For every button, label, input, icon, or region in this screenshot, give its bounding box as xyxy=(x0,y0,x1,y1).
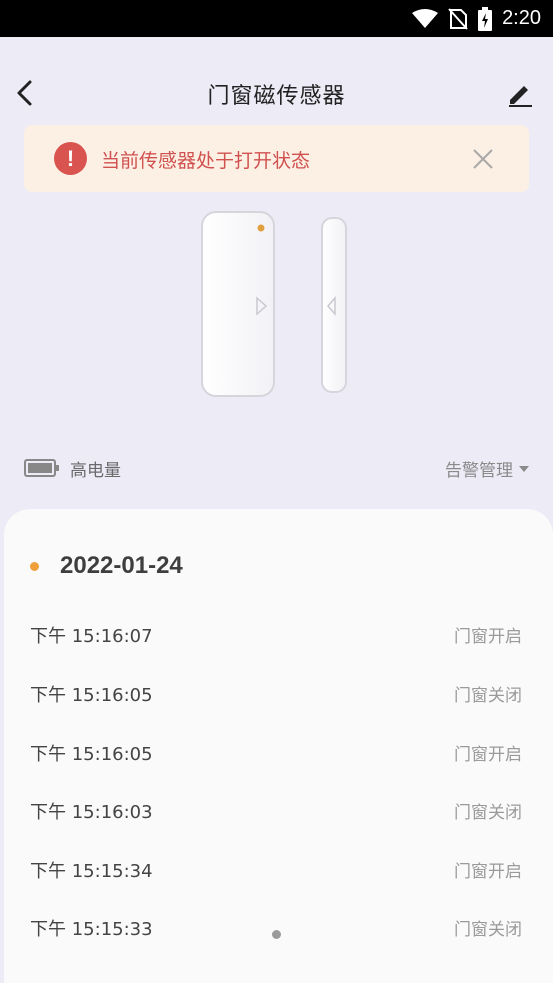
exclamation-circle-icon: ! xyxy=(54,142,87,175)
alert-text: 当前传感器处于打开状态 xyxy=(101,150,311,172)
record-time: 下午 15:15:33 xyxy=(30,919,153,940)
record-time: 下午 15:16:07 xyxy=(30,626,153,647)
record-event: 门窗开启 xyxy=(454,627,522,647)
date-dot-icon xyxy=(30,561,39,571)
alarm-management-label: 告警管理 xyxy=(445,461,513,481)
status-time: 2:20 xyxy=(502,7,541,29)
record-row: 下午 15:16:05 门窗关闭 xyxy=(4,671,553,711)
status-bar: 2:20 xyxy=(0,0,553,37)
header: 门窗磁传感器 xyxy=(0,37,553,123)
record-time: 下午 15:16:05 xyxy=(30,744,153,765)
alarm-management-dropdown[interactable]: 告警管理 xyxy=(445,456,529,481)
close-icon[interactable] xyxy=(471,147,495,171)
battery-charging-icon xyxy=(478,6,493,31)
records-panel: 2022-01-24 下午 15:16:07 门窗开启 下午 15:16:05 … xyxy=(4,509,553,983)
record-row: 下午 15:15:34 门窗开启 xyxy=(4,847,553,887)
record-row: 下午 15:16:07 门窗开启 xyxy=(4,612,553,652)
date-header: 2022-01-24 xyxy=(30,552,183,580)
caret-down-icon xyxy=(519,465,529,472)
record-event: 门窗关闭 xyxy=(454,686,522,706)
record-row: 下午 15:16:05 门窗开启 xyxy=(4,730,553,770)
record-event: 门窗关闭 xyxy=(454,803,522,823)
record-event: 门窗开启 xyxy=(454,745,522,765)
record-row: 下午 15:15:33 门窗关闭 xyxy=(4,905,553,945)
page-title: 门窗磁传感器 xyxy=(207,84,346,109)
record-date: 2022-01-24 xyxy=(60,552,183,579)
status-icons: 2:20 xyxy=(412,6,541,31)
record-time: 下午 15:16:03 xyxy=(30,802,153,823)
battery-status: 高电量 xyxy=(24,455,121,481)
pencil-icon[interactable] xyxy=(507,81,533,107)
page-indicator-dot xyxy=(272,930,281,939)
battery-label: 高电量 xyxy=(70,460,121,481)
record-time: 下午 15:15:34 xyxy=(30,861,153,882)
record-row: 下午 15:16:03 门窗关闭 xyxy=(4,788,553,828)
no-sim-icon xyxy=(448,7,468,30)
wifi-icon xyxy=(412,8,439,28)
record-event: 门窗开启 xyxy=(454,862,522,882)
record-time: 下午 15:16:05 xyxy=(30,685,153,706)
open-state-alert: ! 当前传感器处于打开状态 xyxy=(24,125,529,192)
door-sensor-image xyxy=(201,211,347,397)
battery-icon xyxy=(24,459,59,477)
record-event: 门窗关闭 xyxy=(454,920,522,940)
